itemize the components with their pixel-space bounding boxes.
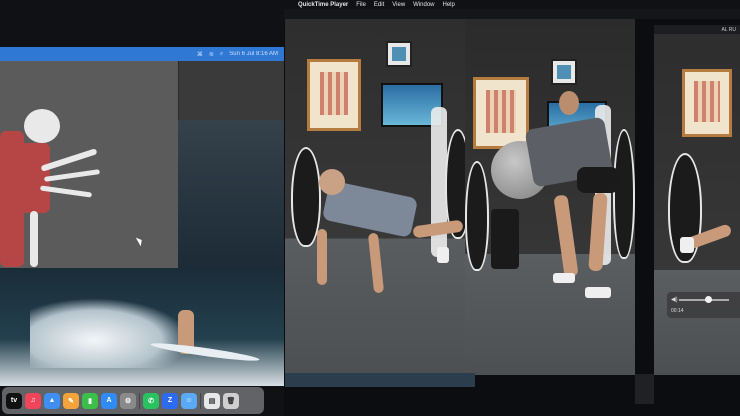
arm (317, 229, 327, 285)
keynote-icon[interactable]: ▲ (44, 392, 60, 409)
quicktime-video-1[interactable] (285, 19, 465, 373)
window-title: AL RU (654, 25, 740, 34)
dock-separator (200, 392, 201, 409)
anatomy-poster (682, 69, 732, 137)
search-icon[interactable]: ⌕ (220, 51, 223, 58)
elapsed-time: 00:14 (671, 308, 684, 314)
shoe (553, 273, 575, 283)
surf-video[interactable] (0, 268, 284, 386)
surfboard (613, 129, 635, 259)
foam-roller (491, 209, 519, 269)
menu-help[interactable]: Help (443, 2, 455, 8)
quicktime-video-3[interactable] (654, 25, 740, 375)
menu-bar: QuickTime Player File Edit View Window H… (284, 0, 740, 9)
menu-window[interactable]: Window (413, 2, 434, 8)
volume-slider-knob[interactable] (705, 296, 712, 303)
zoom-icon[interactable]: Z (162, 392, 178, 409)
preview-icon[interactable]: ▤ (204, 392, 220, 409)
spine (30, 211, 38, 267)
surfboard (465, 161, 489, 271)
mouse-cursor-icon (135, 235, 145, 247)
volume-slider[interactable] (679, 299, 729, 301)
dock-separator (139, 392, 140, 409)
arm-bone (43, 169, 101, 182)
apple-tv-icon[interactable]: tv (6, 392, 22, 409)
wall-frame (386, 41, 412, 67)
anatomy-poster (473, 77, 529, 149)
numbers-icon[interactable]: ▮ (82, 392, 98, 409)
window-gap (635, 374, 654, 404)
shoe (680, 237, 694, 253)
wave-spray (30, 298, 190, 368)
trash-icon[interactable]: 🗑 (223, 392, 239, 409)
finder-icon[interactable]: ☺ (181, 392, 197, 409)
window-top-strip (284, 9, 740, 19)
app-store-icon[interactable]: A (101, 392, 117, 409)
pages-icon[interactable]: ✎ (63, 392, 79, 409)
control-center-icon[interactable]: ⌘ (197, 51, 203, 58)
menu-file[interactable]: File (356, 2, 366, 8)
whatsapp-icon[interactable]: ✆ (143, 392, 159, 409)
arm (367, 232, 385, 294)
dock: tv ♫ ▲ ✎ ▮ A ⚙ ✆ Z ☺ ▤ 🗑 (2, 387, 264, 414)
app-menu[interactable]: QuickTime Player (298, 2, 348, 8)
shoe (437, 247, 449, 263)
menu-edit[interactable]: Edit (374, 2, 384, 8)
date-time[interactable]: Sun 6 Jul 8:16 AM (229, 51, 278, 57)
menu-view[interactable]: View (392, 2, 405, 8)
anatomy-viewer-window[interactable] (0, 61, 179, 268)
wall-frame (551, 59, 577, 85)
left-menubar: ⌘ ≋ ⌕ Sun 6 Jul 8:16 AM (0, 47, 284, 61)
bottom-window-edge (285, 373, 475, 387)
wifi-icon[interactable]: ≋ (209, 51, 214, 58)
anatomy-poster (307, 59, 361, 131)
playback-controls[interactable]: ◀) 00:14 (667, 292, 740, 318)
surf-video-background (178, 120, 284, 268)
skull (24, 109, 60, 143)
system-settings-icon[interactable]: ⚙ (120, 392, 136, 409)
shorts (577, 167, 619, 193)
woman-head (559, 91, 579, 115)
music-icon[interactable]: ♫ (25, 392, 41, 409)
quicktime-video-2[interactable] (465, 19, 635, 375)
volume-icon[interactable]: ◀) (671, 296, 678, 303)
shoe (585, 287, 611, 298)
woman-head (319, 169, 345, 195)
leg (553, 194, 579, 278)
